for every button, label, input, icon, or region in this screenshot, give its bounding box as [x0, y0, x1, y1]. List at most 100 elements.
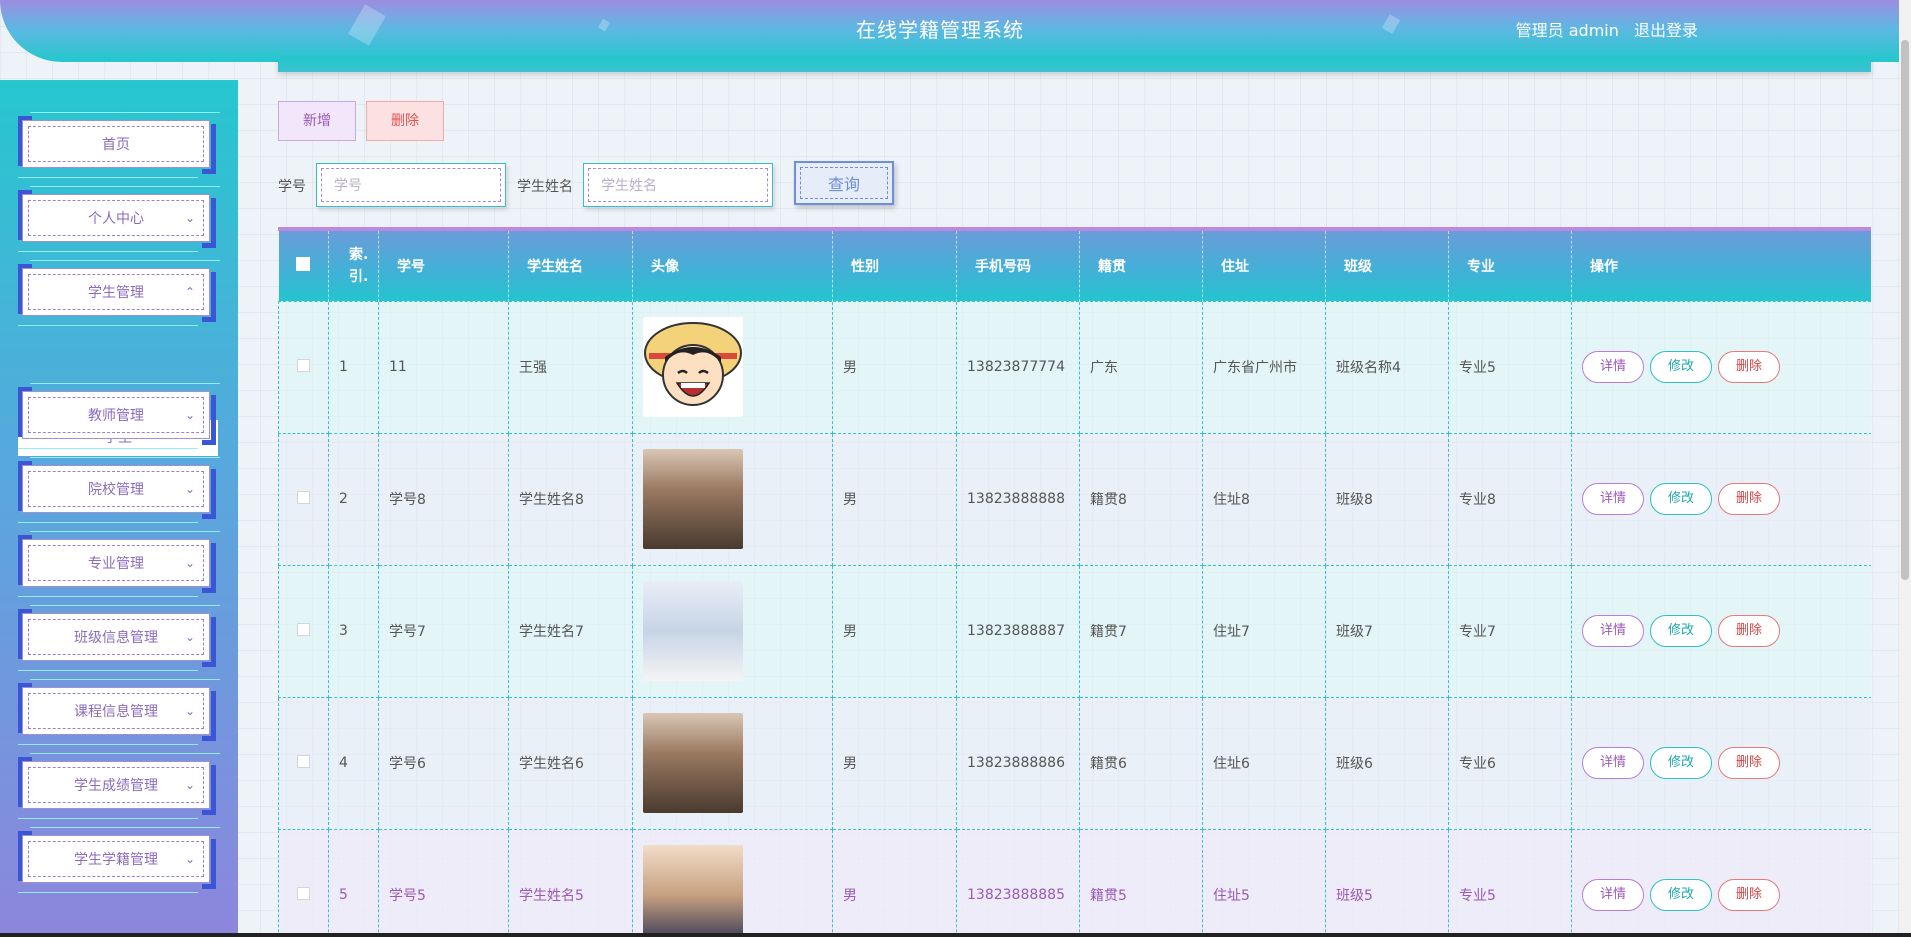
sidebar-item-class-management[interactable]: 班级信息管理 ⌄ [18, 605, 220, 671]
cell-major: 专业7 [1448, 564, 1572, 698]
chevron-down-icon: ⌄ [184, 778, 195, 792]
edit-button[interactable]: 修改 [1650, 615, 1712, 647]
sidebar-item-major-management[interactable]: 专业管理 ⌄ [18, 531, 220, 597]
header-underline [278, 58, 1871, 72]
sidebar-item-label: 学生学籍管理 [28, 841, 204, 877]
chevron-down-icon: ⌄ [184, 630, 195, 644]
student-name-label: 学生姓名 [517, 179, 573, 195]
batch-delete-button[interactable]: 删除 [366, 101, 444, 141]
detail-button[interactable]: 详情 [1582, 879, 1644, 911]
delete-button[interactable]: 删除 [1718, 615, 1780, 647]
edit-button[interactable]: 修改 [1650, 483, 1712, 515]
row-checkbox[interactable] [278, 564, 329, 698]
detail-button[interactable]: 详情 [1582, 483, 1644, 515]
cell-actions: 详情 修改 删除 [1571, 564, 1871, 698]
sidebar-item-college-management[interactable]: 院校管理 ⌄ [18, 457, 220, 523]
column-header-phone: 手机号码 [956, 231, 1080, 301]
cell-phone: 13823888888 [956, 432, 1080, 566]
table-header-row: 索. 引. 学号 学生姓名 头像 性别 手机号码 籍贯 住址 班级 专业 操作 [278, 231, 1871, 301]
edit-button[interactable]: 修改 [1650, 747, 1712, 779]
chevron-down-icon: ⌄ [184, 704, 195, 718]
chevron-down-icon: ⌄ [184, 408, 195, 422]
sidebar: 首页 个人中心 ⌄ 学生管理 ⌃ 学生 教师管理 ⌄ 院校管理 ⌄ 专业管理 ⌄… [0, 80, 238, 937]
cell-actions: 详情 修改 删除 [1571, 696, 1871, 830]
cell-phone: 13823888885 [956, 828, 1080, 937]
delete-button[interactable]: 删除 [1718, 747, 1780, 779]
cell-phone: 13823888887 [956, 564, 1080, 698]
cell-avatar [632, 300, 833, 434]
cell-student-no: 学号8 [378, 432, 509, 566]
column-header-index: 索. 引. [328, 231, 379, 301]
cell-major: 专业6 [1448, 696, 1572, 830]
detail-button[interactable]: 详情 [1582, 747, 1644, 779]
sidebar-item-enrollment-management[interactable]: 学生学籍管理 ⌄ [18, 827, 220, 893]
cell-address: 住址7 [1202, 564, 1326, 698]
logout-link[interactable]: 退出登录 [1634, 21, 1698, 40]
cell-phone: 13823888886 [956, 696, 1080, 830]
sidebar-item-label: 班级信息管理 [28, 619, 204, 655]
decor-shape [598, 18, 610, 32]
cell-actions: 详情 修改 删除 [1571, 432, 1871, 566]
select-all-checkbox[interactable] [278, 231, 329, 301]
row-checkbox[interactable] [278, 432, 329, 566]
page-scrollbar[interactable] [1899, 0, 1911, 937]
sidebar-item-student-management[interactable]: 学生管理 ⌃ [18, 260, 220, 326]
column-header-avatar: 头像 [632, 231, 833, 301]
portrait-avatar-image [643, 581, 743, 681]
role-user-label: 管理员 admin [1515, 21, 1619, 40]
cell-index: 4 [328, 696, 379, 830]
row-checkbox[interactable] [278, 300, 329, 434]
cell-actions: 详情 修改 删除 [1571, 300, 1871, 434]
decor-shape [1381, 14, 1401, 34]
cell-index: 2 [328, 432, 379, 566]
edit-button[interactable]: 修改 [1650, 351, 1712, 383]
cell-gender: 男 [832, 828, 957, 937]
edit-button[interactable]: 修改 [1650, 879, 1712, 911]
column-header-student-no: 学号 [378, 231, 509, 301]
sidebar-item-label: 学生管理 [28, 274, 204, 310]
student-name-field[interactable] [583, 163, 773, 207]
sidebar-item-course-management[interactable]: 课程信息管理 ⌄ [18, 679, 220, 745]
cell-address: 住址6 [1202, 696, 1326, 830]
sidebar-item-label: 院校管理 [28, 471, 204, 507]
delete-button[interactable]: 删除 [1718, 879, 1780, 911]
sidebar-item-grade-management[interactable]: 学生成绩管理 ⌄ [18, 753, 220, 819]
cell-gender: 男 [832, 300, 957, 434]
row-checkbox[interactable] [278, 696, 329, 830]
table-row: 2 学号8 学生姓名8 男 13823888888 籍贯8 住址8 班级8 专业… [278, 432, 1871, 566]
chevron-down-icon: ⌄ [184, 211, 195, 225]
student-no-input[interactable] [334, 177, 500, 193]
cell-address: 住址8 [1202, 432, 1326, 566]
cell-phone: 13823877774 [956, 300, 1080, 434]
delete-button[interactable]: 删除 [1718, 351, 1780, 383]
top-header: 在线学籍管理系统 管理员 admin 退出登录 [0, 0, 1911, 62]
detail-button[interactable]: 详情 [1582, 351, 1644, 383]
cell-student-no: 学号6 [378, 696, 509, 830]
sidebar-item-home[interactable]: 首页 [18, 112, 220, 178]
cell-native: 籍贯8 [1079, 432, 1203, 566]
cell-major: 专业8 [1448, 432, 1572, 566]
cell-native: 籍贯6 [1079, 696, 1203, 830]
student-no-field[interactable] [316, 163, 506, 207]
cell-avatar [632, 564, 833, 698]
student-table: 索. 引. 学号 学生姓名 头像 性别 手机号码 籍贯 住址 班级 专业 操作 1… [278, 227, 1871, 937]
add-button[interactable]: 新增 [278, 101, 356, 141]
delete-button[interactable]: 删除 [1718, 483, 1780, 515]
query-button[interactable]: 查询 [794, 161, 894, 205]
sidebar-item-teacher-management[interactable]: 教师管理 ⌄ [18, 383, 220, 449]
cell-address: 住址5 [1202, 828, 1326, 937]
student-no-label: 学号 [278, 179, 306, 195]
cell-gender: 男 [832, 432, 957, 566]
sidebar-item-personal-center[interactable]: 个人中心 ⌄ [18, 186, 220, 252]
portrait-avatar-image [643, 845, 743, 937]
cartoon-avatar-image [643, 317, 743, 417]
portrait-avatar-image [643, 449, 743, 549]
detail-button[interactable]: 详情 [1582, 615, 1644, 647]
column-header-name: 学生姓名 [508, 231, 633, 301]
column-header-address: 住址 [1202, 231, 1326, 301]
student-name-input[interactable] [601, 177, 767, 193]
bottom-edge [0, 933, 1911, 937]
row-checkbox[interactable] [278, 828, 329, 937]
column-header-class: 班级 [1325, 231, 1449, 301]
scrollbar-thumb[interactable] [1901, 40, 1909, 580]
